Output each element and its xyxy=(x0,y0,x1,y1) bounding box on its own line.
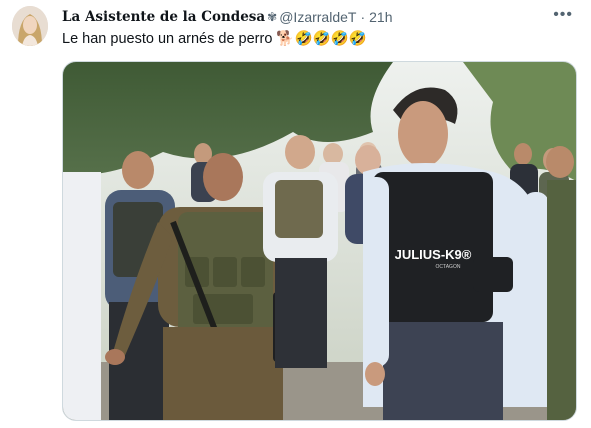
tweet-text: Le han puesto un arnés de perro 🐕🤣🤣🤣🤣 xyxy=(62,31,367,47)
user-handle[interactable]: @IzarraldeT xyxy=(279,9,356,25)
tweet-header: La Asistente de la Condesa ✾ @IzarraldeT… xyxy=(62,8,392,26)
name-badge-icon: ✾ xyxy=(267,10,278,24)
display-name[interactable]: La Asistente de la Condesa xyxy=(62,9,265,25)
timestamp[interactable]: 21h xyxy=(369,9,392,25)
vest-sublabel: OCTAGON xyxy=(436,264,461,270)
avatar[interactable] xyxy=(12,6,48,46)
separator-dot: · xyxy=(360,9,366,25)
tweet-photo[interactable]: JULIUS-K9® OCTAGON xyxy=(62,61,577,421)
vest-label: JULIUS-K9® xyxy=(395,247,472,262)
tweet: La Asistente de la Condesa ✾ @IzarraldeT… xyxy=(0,0,591,428)
ellipsis-icon[interactable]: ••• xyxy=(553,6,573,24)
